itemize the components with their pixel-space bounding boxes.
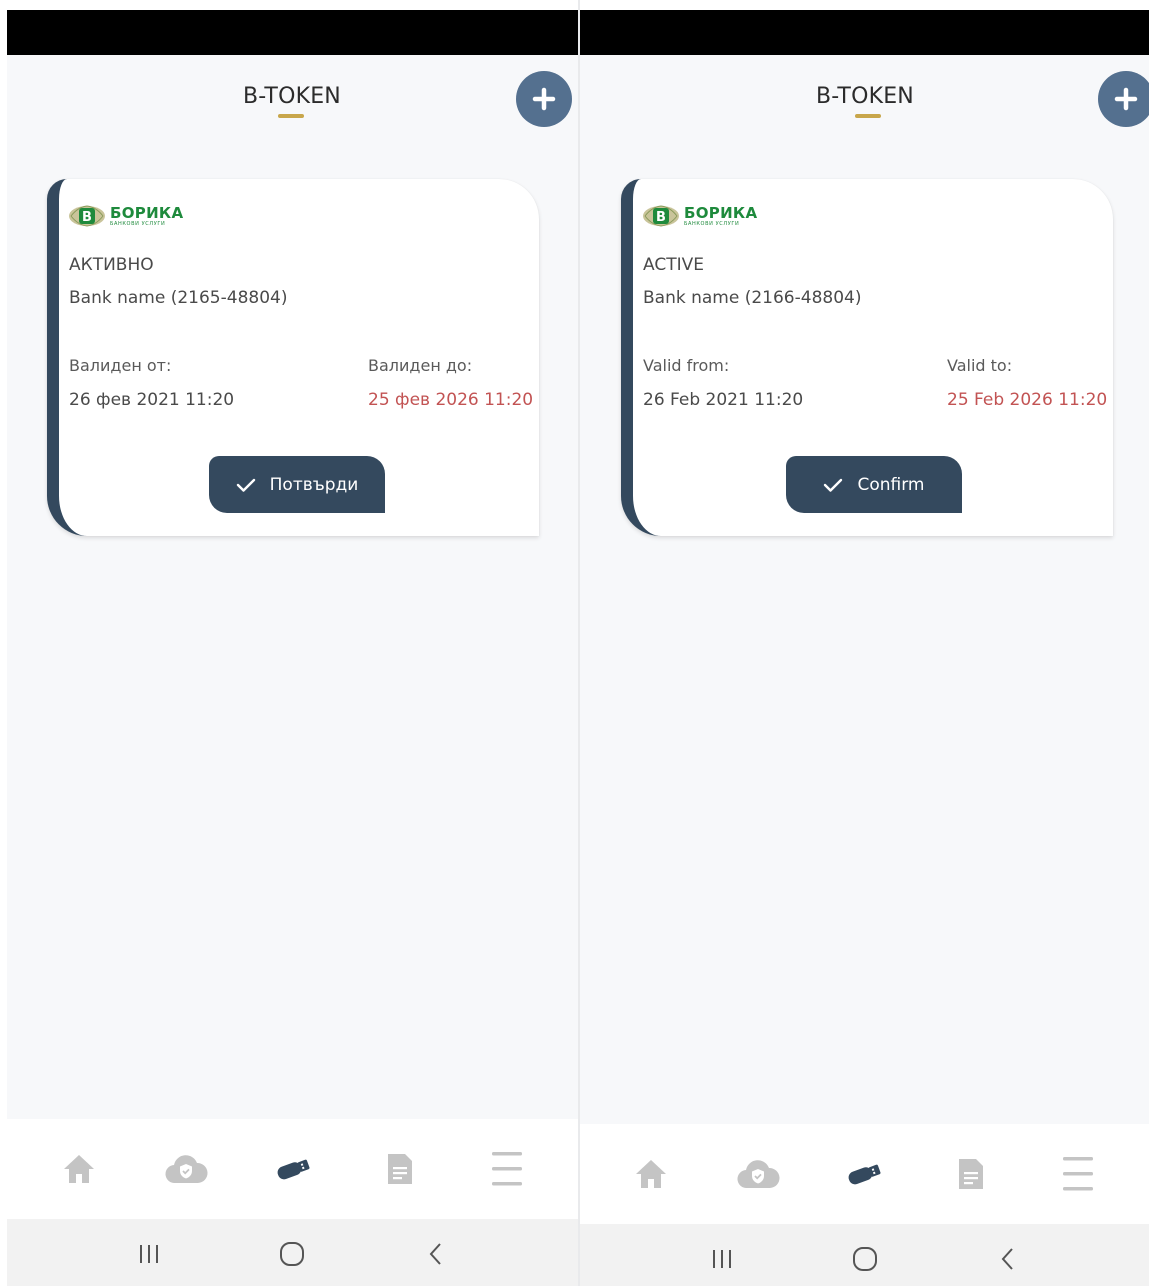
home-system-button[interactable]	[267, 1229, 317, 1279]
nav-menu[interactable]	[477, 1139, 537, 1199]
usb-token-icon	[849, 1164, 881, 1185]
plus-icon	[532, 87, 556, 111]
back-button[interactable]	[411, 1229, 461, 1279]
borica-logo-icon: B	[643, 205, 679, 227]
title-underline	[278, 114, 304, 118]
borica-logo: B БОРИКА БАНКОВИ УСЛУГИ	[68, 203, 183, 229]
bottom-nav	[580, 1124, 1149, 1224]
phone-screen-bg: B-TOKEN B БОРИКА БАНКОВИ УСЛУГИ АКТИВНО …	[7, 10, 578, 1286]
usb-token-icon	[277, 1159, 309, 1180]
back-icon	[1001, 1248, 1013, 1270]
document-icon	[387, 1154, 412, 1184]
token-card[interactable]: B БОРИКА БАНКОВИ УСЛУГИ ACTIVE Bank name…	[621, 179, 1113, 536]
check-icon	[236, 478, 255, 492]
home-circle-icon	[280, 1242, 305, 1266]
title-underline	[855, 114, 881, 118]
confirm-button[interactable]: Confirm	[786, 456, 962, 513]
valid-from-value: 26 фев 2021 11:20	[69, 390, 235, 410]
valid-to-label: Valid to:	[947, 356, 1013, 375]
valid-from-value: 26 Feb 2021 11:20	[643, 390, 804, 410]
token-status: АКТИВНО	[69, 255, 154, 275]
system-nav-bar	[580, 1224, 1149, 1286]
confirm-button-label: Confirm	[857, 474, 925, 495]
nav-menu[interactable]	[1048, 1144, 1108, 1204]
nav-documents[interactable]	[370, 1139, 430, 1199]
logo-subtitle: БАНКОВИ УСЛУГИ	[110, 220, 166, 227]
token-card[interactable]: B БОРИКА БАНКОВИ УСЛУГИ АКТИВНО Bank nam…	[47, 179, 539, 536]
back-button[interactable]	[983, 1234, 1033, 1284]
logo-name: БОРИКА	[110, 203, 184, 222]
nav-token[interactable]	[834, 1144, 894, 1204]
document-icon	[959, 1159, 984, 1189]
valid-from-label: Valid from:	[643, 356, 730, 375]
svg-text:B: B	[82, 210, 92, 225]
home-system-button[interactable]	[840, 1234, 890, 1284]
bank-name: Bank name (2165-48804)	[69, 288, 288, 308]
valid-from-label: Валиден от:	[69, 356, 172, 375]
home-circle-icon	[852, 1247, 877, 1271]
system-nav-bar	[7, 1219, 578, 1286]
back-icon	[429, 1243, 441, 1265]
nav-cloud[interactable]	[156, 1139, 216, 1199]
nav-home[interactable]	[49, 1139, 109, 1199]
nav-documents[interactable]	[941, 1144, 1001, 1204]
status-bar	[7, 10, 578, 55]
menu-icon	[491, 1152, 522, 1186]
status-bar	[580, 10, 1149, 55]
valid-to-label: Валиден до:	[368, 356, 473, 375]
recent-apps-icon	[139, 1245, 158, 1263]
token-status: ACTIVE	[643, 255, 704, 275]
svg-text:B: B	[656, 210, 666, 225]
cloud-shield-icon	[737, 1160, 780, 1189]
recent-apps-icon	[712, 1250, 731, 1268]
nav-cloud[interactable]	[728, 1144, 788, 1204]
add-token-button[interactable]	[516, 71, 572, 127]
menu-icon	[1062, 1157, 1093, 1191]
logo-subtitle: БАНКОВИ УСЛУГИ	[684, 220, 740, 227]
valid-to-value: 25 фев 2026 11:20	[368, 390, 534, 410]
cloud-shield-icon	[164, 1155, 208, 1184]
valid-to-value: 25 Feb 2026 11:20	[947, 390, 1108, 410]
borica-logo-icon: B	[69, 205, 105, 227]
bank-name: Bank name (2166-48804)	[643, 288, 862, 308]
borica-logo: B БОРИКА БАНКОВИ УСЛУГИ	[642, 203, 757, 229]
phone-screen-en: B-TOKEN B БОРИКА БАНКОВИ УСЛУГИ ACTIVE B…	[580, 10, 1149, 1286]
bottom-nav	[7, 1119, 578, 1219]
plus-icon	[1114, 87, 1138, 111]
recent-apps-button[interactable]	[124, 1229, 174, 1279]
page-title: B-TOKEN	[816, 84, 914, 109]
nav-token[interactable]	[263, 1139, 323, 1199]
recent-apps-button[interactable]	[697, 1234, 747, 1284]
logo-name: БОРИКА	[684, 203, 758, 222]
confirm-button[interactable]: Потвърди	[209, 456, 385, 513]
page-title: B-TOKEN	[243, 84, 341, 109]
home-icon	[63, 1155, 94, 1183]
nav-home[interactable]	[621, 1144, 681, 1204]
check-icon	[824, 478, 843, 492]
add-token-button[interactable]	[1098, 71, 1149, 127]
confirm-button-label: Потвърди	[269, 474, 359, 495]
home-icon	[636, 1160, 667, 1188]
